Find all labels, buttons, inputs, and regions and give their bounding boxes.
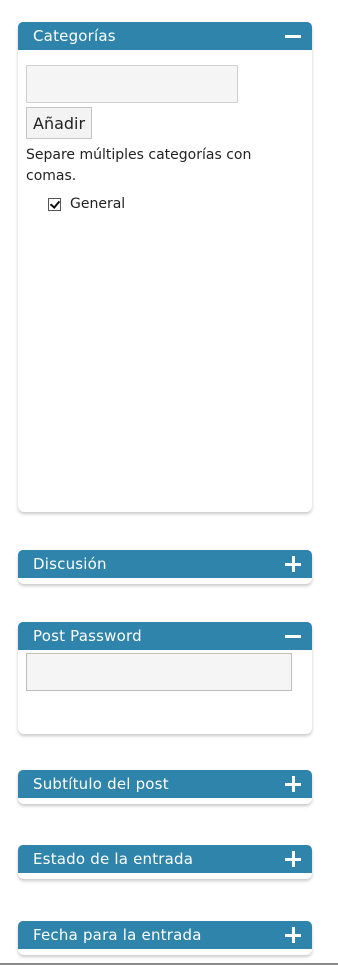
category-item-general[interactable]: General — [48, 196, 312, 212]
post-password-panel-header[interactable]: Post Password — [18, 622, 312, 650]
plus-icon[interactable] — [283, 925, 303, 945]
status-panel-header[interactable]: Estado de la entrada — [18, 845, 312, 873]
categories-panel: Categorías Añadir Separe múltiples categ… — [18, 22, 312, 512]
panel-title: Subtítulo del post — [33, 775, 169, 793]
plus-icon[interactable] — [283, 554, 303, 574]
minus-icon[interactable] — [283, 626, 303, 646]
category-hint: Separe múltiples categorías con comas. — [26, 147, 252, 184]
add-category-button[interactable]: Añadir — [26, 107, 93, 139]
plus-icon[interactable] — [283, 774, 303, 794]
date-panel-header[interactable]: Fecha para la entrada — [18, 921, 312, 949]
subtitle-panel: Subtítulo del post — [18, 770, 312, 804]
category-label: General — [70, 196, 126, 212]
checkbox-checked-icon[interactable] — [48, 197, 61, 211]
post-password-panel: Post Password — [18, 622, 312, 734]
status-panel: Estado de la entrada — [18, 845, 312, 879]
post-password-input[interactable] — [26, 653, 292, 691]
categories-panel-header[interactable]: Categorías — [18, 22, 312, 50]
panel-title: Post Password — [33, 627, 142, 645]
date-panel: Fecha para la entrada — [18, 921, 312, 955]
panel-title: Categorías — [33, 27, 116, 45]
panel-title: Estado de la entrada — [33, 850, 194, 868]
discussion-panel: Discusión — [18, 550, 312, 584]
plus-icon[interactable] — [283, 849, 303, 869]
category-input[interactable] — [26, 65, 238, 103]
panel-title: Discusión — [33, 555, 107, 573]
minus-icon[interactable] — [283, 26, 303, 46]
subtitle-panel-header[interactable]: Subtítulo del post — [18, 770, 312, 798]
panel-title: Fecha para la entrada — [33, 926, 202, 944]
discussion-panel-header[interactable]: Discusión — [18, 550, 312, 578]
categories-panel-body: Añadir Separe múltiples categorías con c… — [18, 50, 312, 212]
